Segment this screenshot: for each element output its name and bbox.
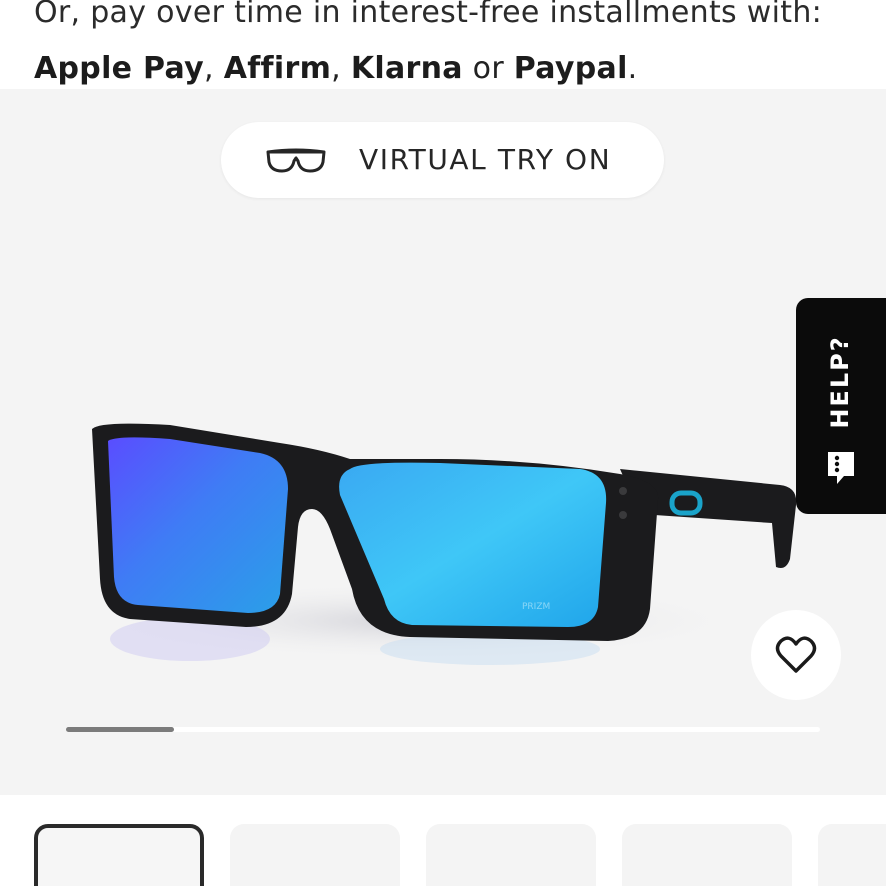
thumbnail-5[interactable]	[818, 824, 886, 886]
help-label: HELP?	[826, 335, 854, 429]
thumbnail-4[interactable]	[622, 824, 792, 886]
carousel-progress	[66, 727, 820, 732]
product-gallery[interactable]: VIRTUAL TRY ON PRIZM HELP?	[0, 89, 886, 795]
payment-method-klarna: Klarna	[350, 51, 463, 86]
payment-method-apple-pay: Apple Pay	[34, 51, 204, 86]
heart-outline-icon	[775, 636, 817, 673]
thumbnail-1[interactable]	[34, 824, 204, 886]
lens-etching: PRIZM	[522, 602, 550, 612]
help-tab[interactable]: HELP?	[796, 298, 886, 514]
thumbnail-2[interactable]	[230, 824, 400, 886]
product-image[interactable]: PRIZM	[60, 309, 840, 669]
virtual-try-on-label: VIRTUAL TRY ON	[359, 143, 612, 176]
payment-method-paypal: Paypal	[513, 51, 628, 86]
thumbnail-3[interactable]	[426, 824, 596, 886]
favorite-button[interactable]	[751, 610, 841, 700]
virtual-try-on-button[interactable]: VIRTUAL TRY ON	[221, 122, 664, 198]
carousel-progress-fill	[66, 727, 174, 732]
glasses-outline-icon	[266, 148, 326, 173]
chat-bubble-icon	[828, 452, 854, 484]
payment-note: Or, pay over time in interest-free insta…	[34, 0, 874, 100]
payment-method-affirm: Affirm	[223, 51, 332, 86]
thumbnail-strip	[0, 795, 886, 886]
